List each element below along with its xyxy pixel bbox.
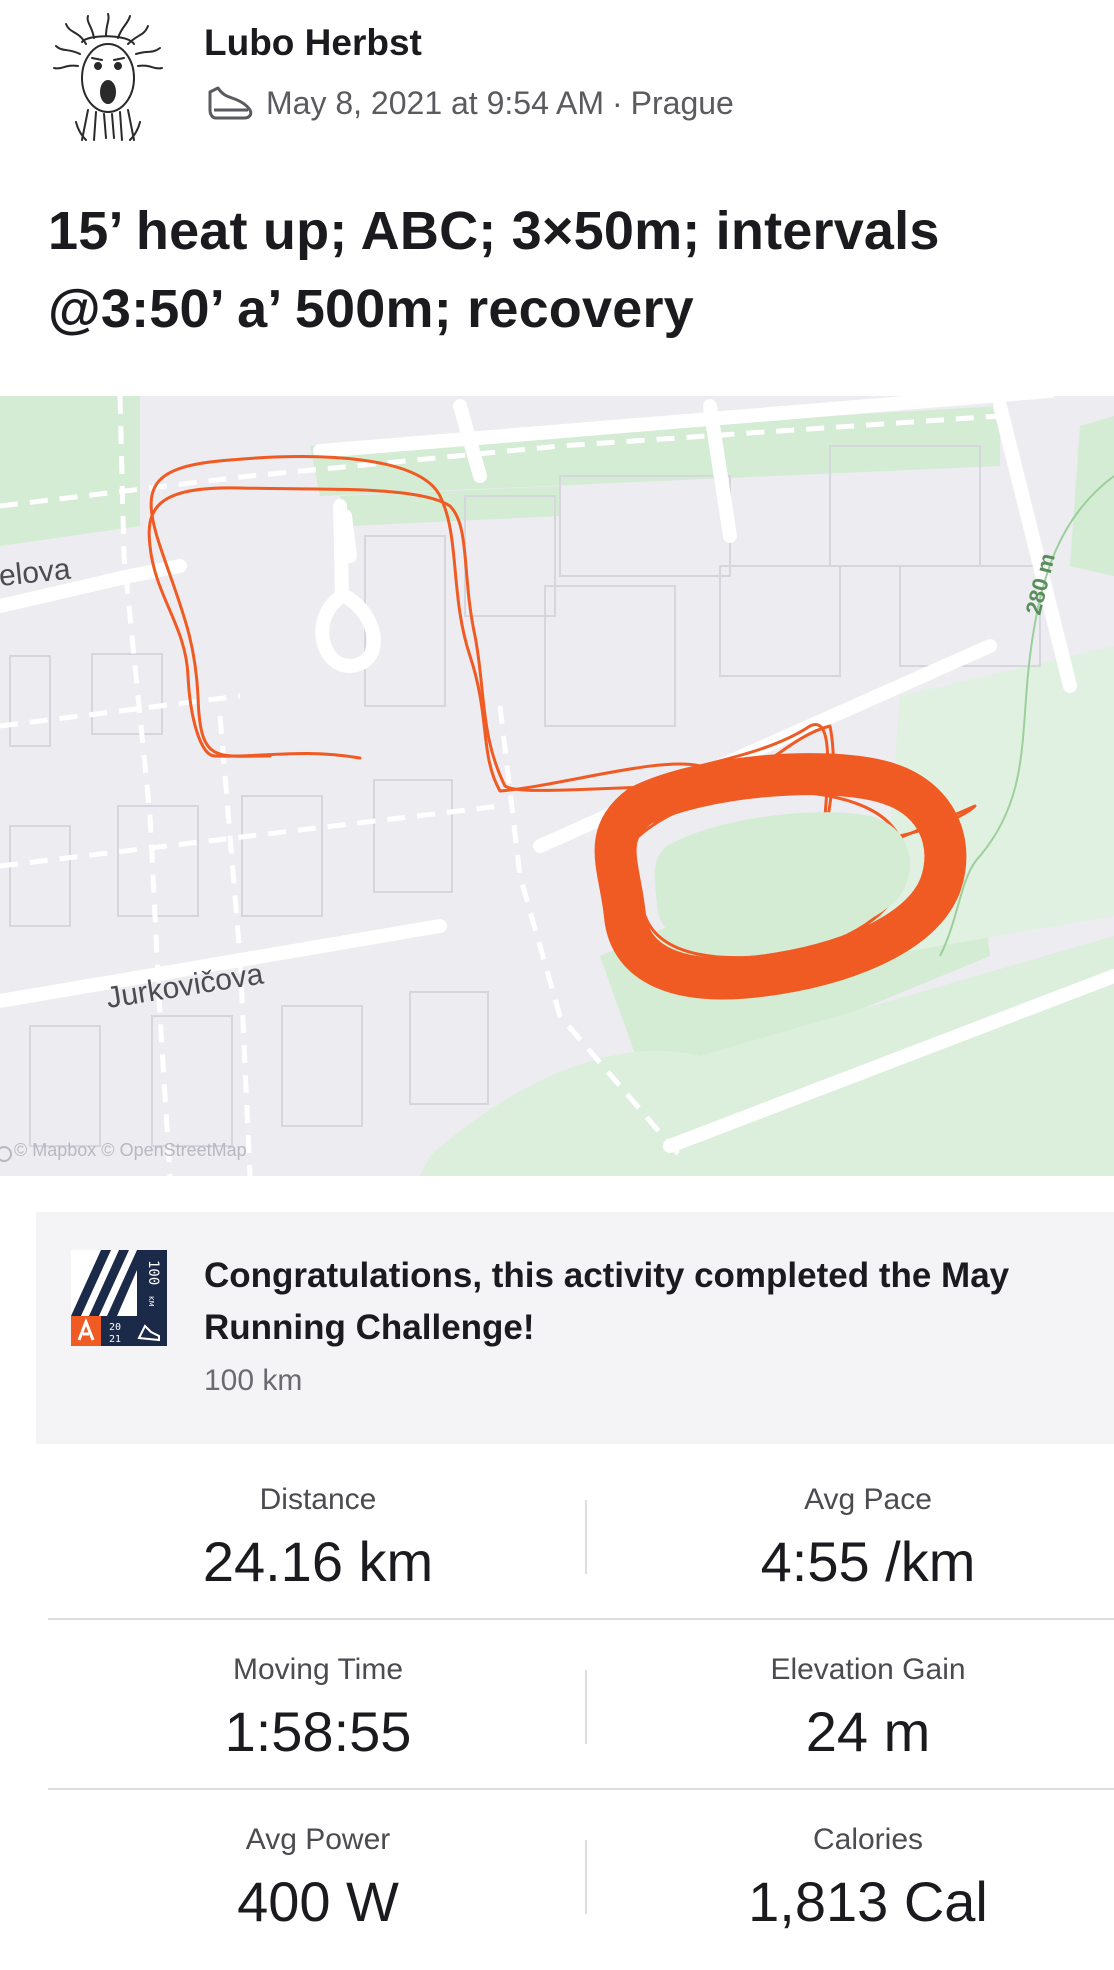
stat-avg-power: Avg Power 400 W <box>58 1820 578 1938</box>
route-map-canvas: elova Jurkovičova 280 m © Mapbox © OpenS… <box>0 396 1114 1176</box>
stat-avg-pace: Avg Pace 4:55 /km <box>608 1480 1114 1598</box>
badge-distance-text: 100 <box>145 1260 161 1285</box>
badge-year-top: 20 <box>109 1322 121 1333</box>
stat-value: 4:55 /km <box>760 1530 976 1593</box>
route-map[interactable]: elova Jurkovičova 280 m © Mapbox © OpenS… <box>0 396 1114 1176</box>
activity-header: Lubo Herbst May 8, 2021 at 9:54 AM · Pra… <box>0 0 1114 150</box>
avatar-sketch-icon <box>53 13 163 141</box>
run-shoe-icon <box>208 86 253 120</box>
stat-elevation-gain: Elevation Gain 24 m <box>608 1650 1114 1768</box>
stat-label: Elevation Gain <box>770 1653 966 1686</box>
stats-row-2: Moving Time 1:58:55 Elevation Gain 24 m <box>48 1620 1114 1790</box>
stat-moving-time: Moving Time 1:58:55 <box>58 1650 578 1768</box>
athlete-name[interactable]: Lubo Herbst <box>204 22 422 64</box>
stat-value: 24 m <box>805 1700 931 1763</box>
stat-value: 1:58:55 <box>224 1700 412 1763</box>
stat-label: Moving Time <box>232 1653 404 1686</box>
badge-unit-text: KM <box>147 1296 155 1307</box>
park-areas <box>0 396 1114 1176</box>
stat-divider <box>585 1670 587 1744</box>
challenge-badge-icon: 100 KM 20 21 <box>71 1250 167 1346</box>
stat-value: 400 W <box>237 1870 399 1933</box>
map-info-icon[interactable] <box>0 1146 12 1162</box>
avatar[interactable] <box>48 12 168 142</box>
challenge-message: Congratulations, this activity completed… <box>204 1256 1010 1347</box>
stats-row-1: Distance 24.16 km Avg Pace 4:55 /km <box>48 1450 1114 1620</box>
challenge-subtitle: 100 km <box>204 1364 303 1397</box>
activity-title: 15’ heat up; ABC; 3×50m; intervals @3:50… <box>48 201 940 339</box>
stat-value: 1,813 Cal <box>748 1870 988 1933</box>
stats-row-3: Avg Power 400 W Calories 1,813 Cal <box>48 1790 1114 1960</box>
activity-stats: Distance 24.16 km Avg Pace 4:55 /km Movi… <box>48 1450 1114 1960</box>
activity-location: Prague <box>630 84 734 121</box>
stat-label: Distance <box>259 1483 377 1516</box>
stat-calories: Calories 1,813 Cal <box>608 1820 1114 1938</box>
map-attribution[interactable]: © Mapbox © OpenStreetMap <box>14 1140 247 1160</box>
activity-meta: May 8, 2021 at 9:54 AM · Prague <box>204 82 734 124</box>
activity-date: May 8, 2021 at 9:54 AM <box>266 84 604 121</box>
badge-year-bottom: 21 <box>109 1334 121 1345</box>
challenge-card[interactable]: 100 KM 20 21 Congratulations, this activ… <box>36 1212 1114 1444</box>
stat-divider <box>585 1840 587 1914</box>
stat-label: Calories <box>812 1823 924 1856</box>
stat-value: 24.16 km <box>202 1530 434 1593</box>
stat-label: Avg Power <box>245 1823 391 1856</box>
meta-separator: · <box>611 84 623 121</box>
stat-label: Avg Pace <box>804 1483 932 1516</box>
stat-distance: Distance 24.16 km <box>58 1480 578 1598</box>
stat-divider <box>585 1500 587 1574</box>
